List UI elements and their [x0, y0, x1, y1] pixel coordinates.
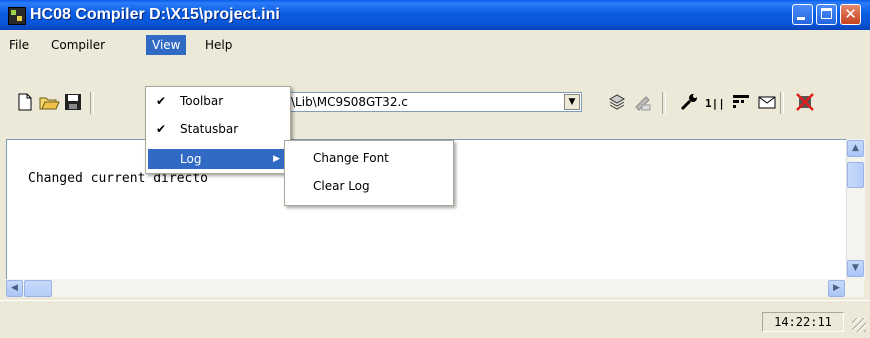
menu-item-label: Statusbar	[180, 122, 239, 136]
menu-compiler[interactable]: Compiler	[45, 35, 111, 55]
minimize-button[interactable]	[792, 4, 813, 25]
menu-item-label: Toolbar	[180, 94, 224, 108]
menu-item-change-font[interactable]: Change Font	[313, 148, 389, 168]
menu-item-statusbar[interactable]: ✔ Statusbar	[148, 119, 288, 139]
menu-item-toolbar[interactable]: ✔ Toolbar	[148, 91, 288, 111]
menu-help[interactable]: Help	[199, 35, 238, 55]
message-icon[interactable]	[756, 91, 778, 113]
menu-view[interactable]: View	[146, 35, 187, 55]
save-icon[interactable]	[62, 91, 84, 113]
options-wrench-icon[interactable]	[678, 91, 700, 113]
horizontal-scroll-thumb[interactable]	[24, 280, 52, 297]
app-icon	[8, 7, 26, 25]
menu-bar: File Compiler View Help	[0, 30, 870, 58]
window-title: HC08 Compiler D:\X15\project.ini	[30, 6, 280, 23]
error-filter-icon[interactable]	[794, 91, 816, 113]
vertical-scroll-thumb[interactable]	[847, 162, 864, 188]
minimize-icon	[797, 17, 805, 20]
open-folder-icon[interactable]	[38, 91, 60, 113]
menu-item-label: Log	[180, 152, 202, 166]
check-icon: ✔	[156, 94, 167, 108]
close-button[interactable]: ✕	[840, 4, 861, 25]
layout-icon[interactable]	[730, 91, 752, 113]
scroll-right-icon[interactable]: ▶	[828, 280, 845, 297]
maximize-icon	[821, 8, 832, 19]
status-bar	[0, 300, 870, 338]
file-combo[interactable]: \Lib\MC9S08GT32.c ▼	[280, 92, 582, 112]
combo-dropdown-icon[interactable]: ▼	[564, 94, 580, 110]
horizontal-scrollbar[interactable]	[6, 279, 864, 297]
new-file-icon[interactable]	[14, 91, 36, 113]
bits-icon[interactable]: 1|||	[704, 91, 732, 113]
maximize-button[interactable]	[816, 4, 837, 25]
toolbar-separator	[780, 92, 784, 114]
vertical-scrollbar[interactable]	[846, 139, 865, 279]
scroll-down-icon[interactable]: ▼	[847, 260, 864, 277]
submenu-arrow-icon: ▶	[273, 154, 280, 164]
view-menu-dropdown: ✔ Toolbar ✔ Statusbar Log ▶	[145, 86, 291, 174]
status-time: 14:22:11	[762, 312, 844, 332]
menu-item-log[interactable]: Log ▶	[148, 149, 288, 169]
toolbar-separator	[662, 92, 666, 114]
menu-item-clear-log[interactable]: Clear Log	[313, 176, 370, 196]
stop-icon[interactable]	[632, 91, 654, 113]
title-bar[interactable]: HC08 Compiler D:\X15\project.ini ✕	[0, 0, 870, 30]
toolbar-separator	[90, 92, 94, 114]
menu-file[interactable]: File	[3, 35, 35, 55]
compile-icon[interactable]	[606, 91, 628, 113]
resize-grip-icon[interactable]	[852, 318, 866, 332]
check-icon: ✔	[156, 122, 167, 136]
log-submenu: Change Font Clear Log	[284, 140, 454, 206]
svg-text:1|||: 1|||	[705, 97, 726, 110]
scroll-left-icon[interactable]: ◀	[6, 280, 23, 297]
file-combo-value: \Lib\MC9S08GT32.c	[291, 95, 408, 109]
close-icon: ✕	[844, 5, 857, 23]
scroll-up-icon[interactable]: ▲	[847, 140, 864, 157]
